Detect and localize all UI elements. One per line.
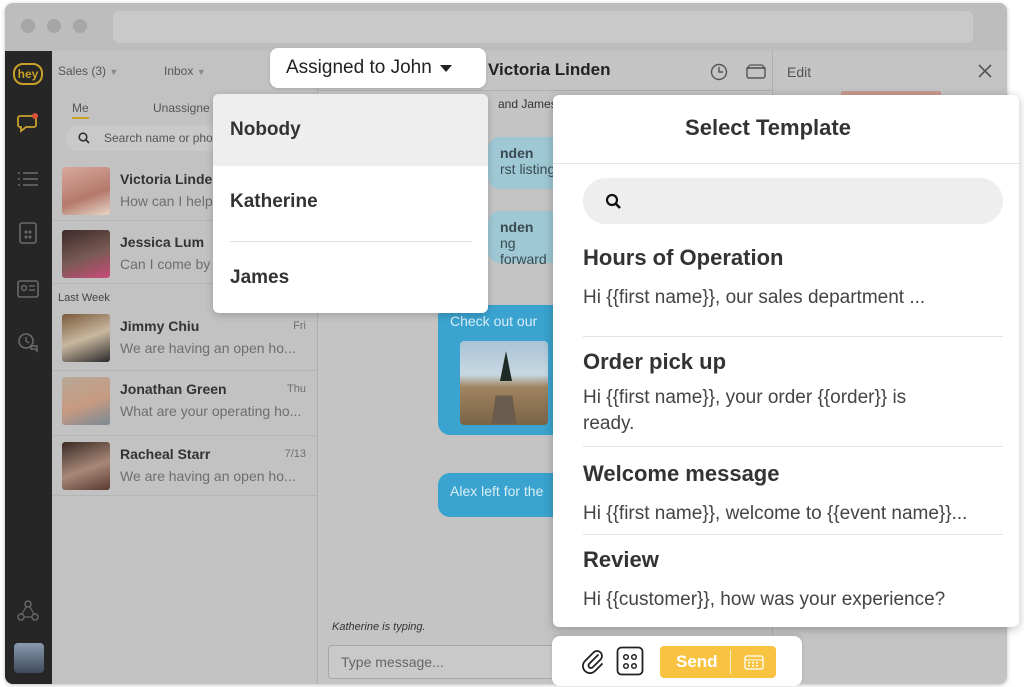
search-icon [78,132,90,144]
contact-avatar [62,314,110,362]
contact-avatar [62,167,110,215]
divider [730,650,731,674]
template-icon[interactable] [16,221,40,245]
template-item[interactable]: Hours of Operation Hi {{first name}}, ou… [583,245,1003,337]
template-body: Hi {{first name}}, your order {{order}} … [583,387,907,434]
template-icon[interactable] [616,646,644,676]
assignee-option-james[interactable]: James [213,242,488,313]
chat-participants: and James [498,97,557,111]
composer-toolbar: Send [552,636,802,686]
folder-dropdown[interactable]: Inbox ▼ [164,64,206,78]
template-item[interactable]: Order pick up Hi {{first name}}, your or… [583,349,1003,447]
contact-name: Racheal Starr [120,446,211,462]
bubble-text: Check out our [450,313,538,329]
select-template-panel: Select Template Hours of Operation Hi {{… [553,95,1019,627]
conversation-item[interactable]: Jonathan Green What are your operating h… [52,371,318,436]
section-label: Last Week [58,292,110,304]
message-date: 7/13 [284,448,306,460]
template-name: Order pick up [583,349,727,374]
panel-title: Select Template [685,115,851,140]
message-date: Fri [293,320,306,332]
send-label: Send [676,652,718,671]
message-preview: Can I come by [120,256,211,272]
nav-rail: hey [5,51,52,684]
template-body: Hi {{first name}}, our sales department … [583,287,926,308]
landscape-photo[interactable] [460,341,548,425]
contact-name: Victoria Linde [120,171,213,187]
paperclip-icon[interactable] [580,648,606,674]
maximize-window-button[interactable] [73,19,87,33]
search-icon [605,193,621,209]
contact-name: Jimmy Chiu [120,318,200,334]
template-body: Hi {{first name}}, welcome to {{event na… [583,503,968,524]
contact-avatar [62,230,110,278]
template-item[interactable]: Welcome message Hi {{first name}}, welco… [583,461,1003,535]
clock-icon[interactable] [710,63,728,81]
bubble-text: Alex left for the [450,483,544,499]
close-icon[interactable] [977,63,993,79]
search-placeholder: Search name or pho [104,131,213,145]
inbox-filter-dropdown[interactable]: Sales (3) ▼ [58,64,118,78]
edit-link[interactable]: Edit [787,64,811,80]
assignee-option-nobody[interactable]: Nobody [213,94,488,166]
chat-contact-name: Victoria Linden [488,60,611,79]
title-bar [5,3,1007,51]
team-icon[interactable] [16,599,40,623]
history-chat-icon[interactable] [16,331,40,355]
template-name: Review [583,547,659,572]
divider [553,163,1019,164]
close-window-button[interactable] [21,19,35,33]
template-body: Hi {{customer}}, how was your experience… [583,589,946,610]
caret-down-icon [439,64,452,72]
message-date: Thu [287,383,306,395]
send-button[interactable]: Send [660,646,776,678]
contact-name: Jessica Lum [120,234,205,250]
user-avatar[interactable] [14,643,44,673]
hey-logo: hey [13,63,43,85]
minimize-window-button[interactable] [47,19,61,33]
message-preview: How can I help [120,193,213,209]
inbox-tray-icon[interactable] [746,64,766,80]
conversation-item[interactable]: Racheal Starr We are having an open ho..… [52,436,318,496]
assigned-to-label: Assigned to John [286,57,432,78]
contact-card-icon[interactable] [16,277,40,301]
conversation-item[interactable]: Jimmy Chiu We are having an open ho... F… [52,308,318,371]
assigned-to-dropdown[interactable]: Assigned to John [270,48,486,88]
assignee-menu: Nobody Katherine James [213,94,488,313]
assignee-option-katherine[interactable]: Katherine [213,166,488,238]
message-preview: What are your operating ho... [120,403,302,419]
typing-indicator: Katherine is typing. [332,621,426,633]
template-name: Welcome message [583,461,780,486]
chat-icon[interactable] [16,111,40,135]
tab-unassigned[interactable]: Unassigne [153,101,210,115]
message-preview: We are having an open ho... [120,468,296,484]
contact-avatar [62,442,110,490]
tab-me[interactable]: Me [72,101,89,119]
contact-name: Jonathan Green [120,381,227,397]
address-bar[interactable] [113,11,973,43]
template-name: Hours of Operation [583,245,784,270]
template-item[interactable]: Review Hi {{customer}}, how was your exp… [583,547,1003,627]
contact-avatar [62,377,110,425]
schedule-calendar-icon[interactable] [744,654,764,670]
message-preview: We are having an open ho... [120,340,296,356]
list-icon[interactable] [16,167,40,191]
template-search-input[interactable] [583,178,1003,224]
